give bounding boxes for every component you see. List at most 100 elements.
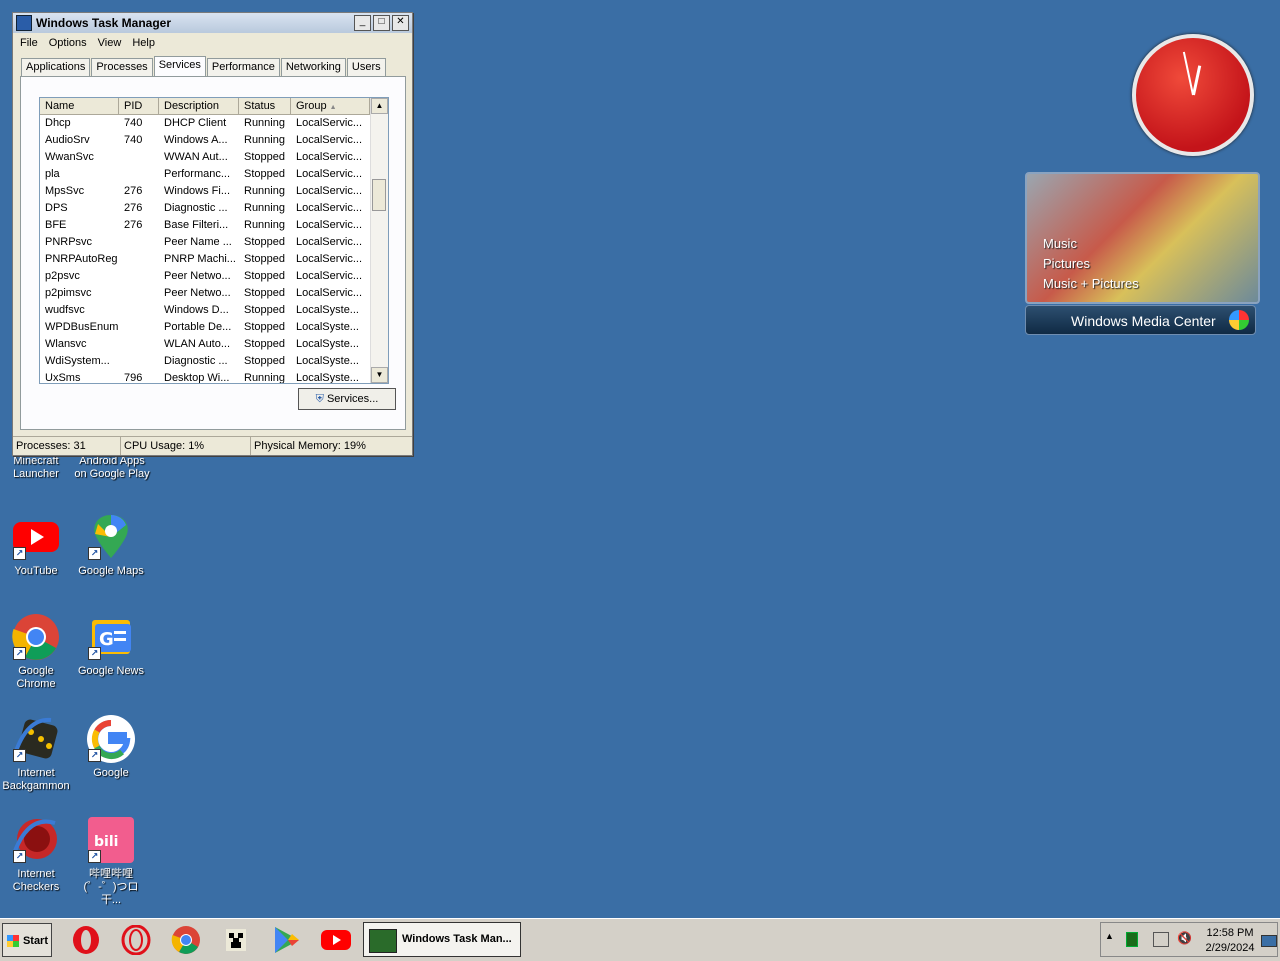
start-button[interactable]: Start bbox=[2, 923, 52, 957]
scroll-down-icon[interactable]: ▼ bbox=[371, 367, 388, 383]
desktop-icon-google[interactable]: ↗ Google bbox=[73, 714, 149, 780]
cell-group: LocalServic... bbox=[296, 185, 363, 197]
windows-flag-icon bbox=[7, 935, 19, 947]
cell-group: LocalServic... bbox=[296, 236, 363, 248]
media-center-music[interactable]: Music bbox=[1043, 236, 1077, 251]
cell-group: LocalServic... bbox=[296, 287, 363, 299]
taskbar-button-task-manager[interactable]: Windows Task Man... bbox=[363, 922, 521, 957]
cell-description: Windows D... bbox=[164, 304, 229, 316]
table-row[interactable]: PNRPsvc Peer Name ... Stopped LocalServic..… bbox=[40, 234, 388, 251]
media-center-bar[interactable]: Windows Media Center bbox=[1025, 305, 1256, 335]
table-row[interactable]: Dhcp 740 DHCP Client Running LocalServic... bbox=[40, 115, 388, 132]
column-header-pid[interactable]: PID bbox=[119, 98, 159, 114]
services-button[interactable]: ⛨ Services... bbox=[298, 388, 396, 410]
desktop-icon-internet-backgammon[interactable]: ↗ Internet Backgammon bbox=[0, 714, 74, 793]
menu-options[interactable]: Options bbox=[49, 37, 87, 49]
desktop-icon-bilibili[interactable]: bili ↗ 哔哩哔哩 (゜-゜)つロ 干... bbox=[73, 815, 149, 907]
table-row[interactable]: p2pimsvc Peer Netwo... Stopped LocalServic.… bbox=[40, 285, 388, 302]
cell-status: Stopped bbox=[244, 270, 285, 282]
cell-pid bbox=[119, 166, 159, 183]
tab-networking[interactable]: Networking bbox=[280, 58, 346, 77]
title-bar[interactable]: Windows Task Manager _ □ ✕ bbox=[13, 13, 412, 33]
scroll-up-icon[interactable]: ▲ bbox=[371, 98, 388, 114]
desktop-icon-android-apps[interactable]: Android Apps on Google Play bbox=[74, 455, 150, 481]
cell-group: LocalServic... bbox=[296, 117, 363, 129]
table-row[interactable]: WwanSvc WWAN Aut... Stopped LocalServic... bbox=[40, 149, 388, 166]
cell-pid bbox=[119, 353, 159, 370]
desktop-icon-google-maps[interactable]: ↗ Google Maps bbox=[73, 512, 149, 578]
table-row[interactable]: AudioSrv 740 Windows A... Running LocalServi… bbox=[40, 132, 388, 149]
tray-date: 2/29/2024 bbox=[1205, 942, 1255, 954]
vertical-scrollbar[interactable]: ▲ ▼ bbox=[370, 98, 388, 383]
opera-gx-icon[interactable] bbox=[120, 924, 152, 956]
volume-muted-icon[interactable]: 🔇 bbox=[1177, 931, 1192, 945]
cell-status: Running bbox=[244, 117, 285, 129]
media-center-gadget[interactable]: Music Pictures Music + Pictures bbox=[1025, 172, 1260, 304]
table-row[interactable]: pla Performanc... Stopped LocalServic... bbox=[40, 166, 388, 183]
tab-users[interactable]: Users bbox=[346, 58, 386, 77]
desktop-icon-minecraft[interactable]: Minecraft Launcher bbox=[0, 455, 74, 481]
desktop-icon-google-news[interactable]: G ↗ Google News bbox=[73, 612, 149, 678]
system-tray: ▲ 🔇 12:58 PM 2/29/2024 bbox=[1100, 922, 1278, 957]
close-button[interactable]: ✕ bbox=[392, 15, 409, 31]
show-desktop-icon[interactable] bbox=[1261, 935, 1277, 947]
show-hidden-icons-icon[interactable]: ▲ bbox=[1105, 931, 1114, 941]
column-header-status[interactable]: Status bbox=[239, 98, 291, 114]
table-row[interactable]: wudfsvc Windows D... Stopped LocalSyste... bbox=[40, 302, 388, 319]
shortcut-arrow-icon: ↗ bbox=[88, 749, 101, 762]
cell-group: LocalSyste... bbox=[296, 338, 359, 350]
cell-group: LocalSyste... bbox=[296, 372, 359, 384]
tab-applications[interactable]: Applications bbox=[21, 58, 91, 77]
cell-pid: 276 bbox=[124, 219, 143, 231]
desktop-icon-internet-checkers[interactable]: ↗ Internet Checkers bbox=[0, 815, 74, 894]
shield-icon: ⛨ bbox=[315, 393, 324, 405]
column-header-group[interactable]: Group ▲ bbox=[291, 98, 370, 114]
menu-file[interactable]: File bbox=[20, 37, 38, 49]
cell-description: Portable De... bbox=[164, 321, 232, 333]
column-header-name[interactable]: Name bbox=[40, 98, 119, 114]
cell-name: WPDBusEnum bbox=[45, 321, 119, 333]
table-row[interactable]: MpsSvc 276 Windows Fi... Running LocalServic… bbox=[40, 183, 388, 200]
services-list[interactable]: Name PID Description Status Group ▲ Dhcp… bbox=[39, 97, 389, 384]
minimize-button[interactable]: _ bbox=[354, 15, 371, 31]
media-center-pictures[interactable]: Pictures bbox=[1043, 256, 1090, 271]
scroll-thumb[interactable] bbox=[372, 179, 386, 211]
table-row[interactable]: PNRPAutoReg PNRP Machi... Stopped LocalServ… bbox=[40, 251, 388, 268]
maximize-button[interactable]: □ bbox=[373, 15, 390, 31]
table-row[interactable]: UxSms 796 Desktop Wi... Running LocalSyste..… bbox=[40, 370, 388, 384]
tab-processes[interactable]: Processes bbox=[91, 58, 153, 77]
chrome-taskbar-icon[interactable] bbox=[170, 925, 202, 955]
task-manager-icon bbox=[16, 15, 32, 31]
google-play-taskbar-icon[interactable] bbox=[270, 925, 302, 955]
clock-gadget[interactable] bbox=[1132, 34, 1254, 156]
cell-name: PNRPsvc bbox=[45, 236, 93, 248]
media-center-music-pictures[interactable]: Music + Pictures bbox=[1043, 276, 1139, 291]
status-bar: Processes: 31 CPU Usage: 1% Physical Mem… bbox=[13, 436, 412, 455]
minecraft-taskbar-icon[interactable] bbox=[220, 925, 252, 955]
table-row[interactable]: WdiSystem... Diagnostic ... Stopped LocalSy… bbox=[40, 353, 388, 370]
menu-view[interactable]: View bbox=[98, 37, 122, 49]
cell-status: Running bbox=[244, 202, 285, 214]
tray-clock[interactable]: 12:58 PM 2/29/2024 bbox=[1199, 926, 1261, 956]
task-manager-window[interactable]: Windows Task Manager _ □ ✕ File Options … bbox=[12, 12, 413, 456]
table-row[interactable]: BFE 276 Base Filteri... Running LocalServic.… bbox=[40, 217, 388, 234]
tab-services[interactable]: Services bbox=[153, 56, 206, 78]
table-row[interactable]: DPS 276 Diagnostic ... Running LocalServic..… bbox=[40, 200, 388, 217]
column-header-description[interactable]: Description bbox=[159, 98, 239, 114]
tray-app-icon[interactable] bbox=[1126, 932, 1138, 947]
shortcut-arrow-icon: ↗ bbox=[88, 647, 101, 660]
table-row[interactable]: Wlansvc WLAN Auto... Stopped LocalSyste... bbox=[40, 336, 388, 353]
cell-status: Stopped bbox=[244, 355, 285, 367]
desktop-icon-chrome[interactable]: ↗ Google Chrome bbox=[0, 612, 74, 691]
network-icon[interactable] bbox=[1153, 932, 1169, 947]
desktop-icon-label: Google News bbox=[77, 665, 145, 677]
cell-group: LocalServic... bbox=[296, 202, 363, 214]
tab-performance[interactable]: Performance bbox=[206, 58, 280, 77]
table-row[interactable]: WPDBusEnum Portable De... Stopped LocalSyst… bbox=[40, 319, 388, 336]
youtube-taskbar-icon[interactable] bbox=[320, 925, 352, 955]
shortcut-arrow-icon: ↗ bbox=[13, 647, 26, 660]
menu-help[interactable]: Help bbox=[132, 37, 155, 49]
desktop-icon-youtube[interactable]: ↗ YouTube bbox=[0, 512, 74, 578]
opera-icon[interactable] bbox=[70, 925, 102, 955]
table-row[interactable]: p2psvc Peer Netwo... Stopped LocalServic... bbox=[40, 268, 388, 285]
